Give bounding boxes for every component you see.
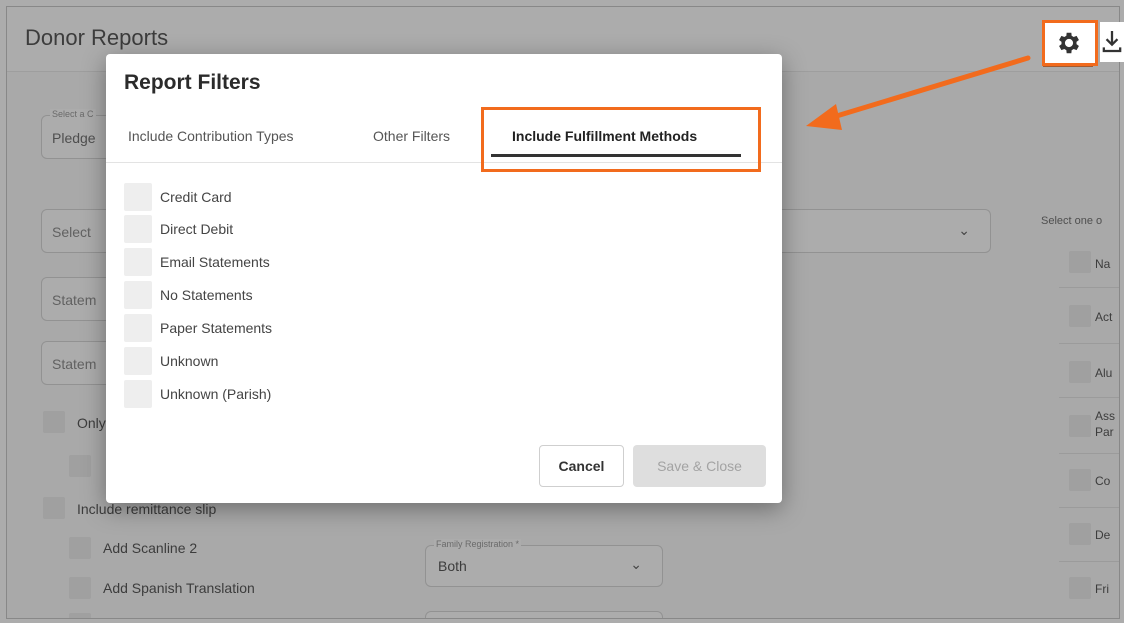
- checkbox[interactable]: [124, 215, 152, 243]
- tab-other-filters[interactable]: Other Filters: [373, 128, 450, 144]
- report-filters-modal: Report Filters Include Contribution Type…: [106, 54, 782, 503]
- cancel-button[interactable]: Cancel: [539, 445, 624, 487]
- option-label: Credit Card: [160, 189, 232, 205]
- option-label: No Statements: [160, 287, 253, 303]
- tab-include-contribution-types[interactable]: Include Contribution Types: [128, 128, 294, 144]
- active-tab-highlight-box: [481, 107, 761, 172]
- modal-title: Report Filters: [124, 71, 261, 94]
- option-label: Email Statements: [160, 254, 270, 270]
- checkbox[interactable]: [124, 314, 152, 342]
- checkbox[interactable]: [124, 380, 152, 408]
- option-label: Unknown: [160, 353, 219, 369]
- checkbox[interactable]: [124, 183, 152, 211]
- settings-button[interactable]: [1042, 20, 1098, 66]
- gear-icon: [1059, 32, 1079, 54]
- option-label: Unknown (Parish): [160, 386, 272, 402]
- download-button[interactable]: [1100, 22, 1124, 62]
- option-label: Paper Statements: [160, 320, 273, 336]
- checkbox[interactable]: [124, 347, 152, 375]
- option-label: Direct Debit: [160, 221, 234, 237]
- save-and-close-button[interactable]: Save & Close: [633, 445, 766, 487]
- download-icon: [1102, 31, 1122, 53]
- checkbox[interactable]: [124, 281, 152, 309]
- checkbox[interactable]: [124, 248, 152, 276]
